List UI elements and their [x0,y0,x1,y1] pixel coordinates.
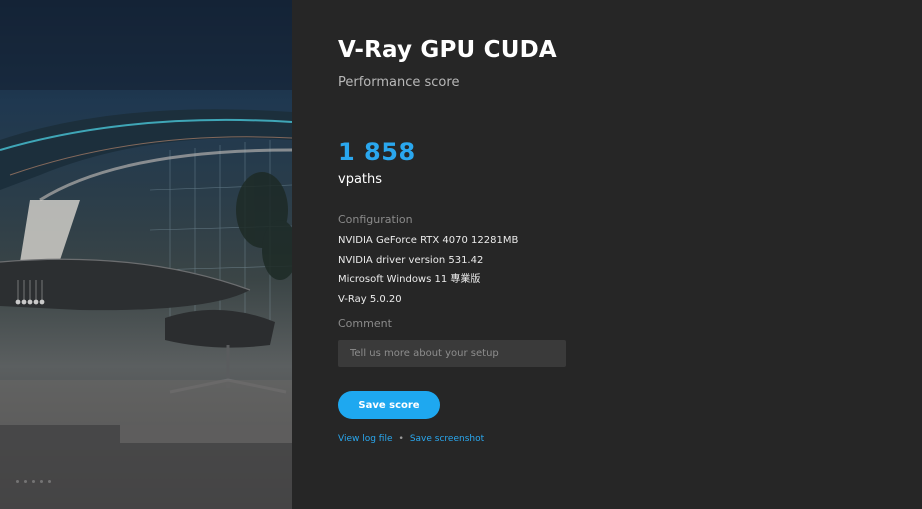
score-value: 1 858 [338,138,416,166]
save-score-button[interactable]: Save score [338,391,440,419]
score-unit: vpaths [338,172,383,187]
benchmark-subtitle: Performance score [338,75,460,90]
comment-label: Comment [338,317,392,330]
configuration-label: Configuration [338,213,413,226]
config-item-gpu: NVIDIA GeForce RTX 4070 12281MB [338,235,519,246]
hero-render-image [0,0,292,509]
carousel-dots [16,480,51,483]
view-log-file-link[interactable]: View log file [338,434,393,444]
footer-links: View log file • Save screenshot [338,434,484,444]
link-separator: • [398,434,404,444]
save-screenshot-link[interactable]: Save screenshot [410,434,484,444]
result-window: V-Ray GPU CUDA Performance score 1 858 v… [0,0,922,509]
configuration-list: NVIDIA GeForce RTX 4070 12281MB NVIDIA d… [338,233,518,311]
comment-input[interactable] [338,340,566,367]
config-item-os: Microsoft Windows 11 專業版 [338,274,481,285]
benchmark-title: V-Ray GPU CUDA [338,37,557,63]
scene-illustration [0,0,292,509]
result-panel: V-Ray GPU CUDA Performance score 1 858 v… [292,0,922,509]
config-item-driver: NVIDIA driver version 531.42 [338,254,484,266]
config-item-vray-version: V-Ray 5.0.20 [338,293,402,305]
